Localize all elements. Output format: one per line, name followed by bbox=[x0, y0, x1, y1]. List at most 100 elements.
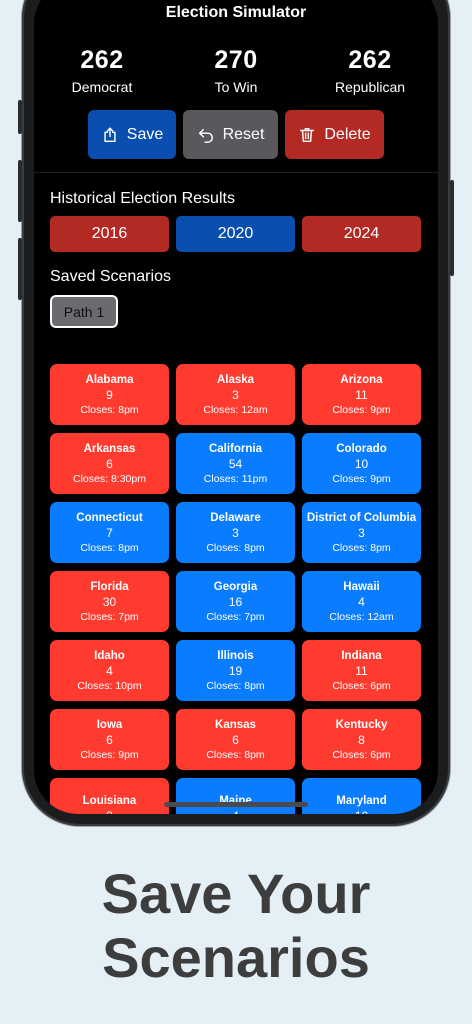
electoral-votes: 3 bbox=[358, 525, 365, 540]
republican-label: Republican bbox=[334, 79, 406, 95]
save-button[interactable]: Save bbox=[88, 110, 176, 159]
state-name: Arkansas bbox=[83, 442, 136, 455]
state-tile[interactable]: Alabama 9 Closes: 8pm bbox=[50, 364, 169, 425]
year-2024-button[interactable]: 2024 bbox=[302, 216, 421, 252]
poll-closing-time: Closes: 6pm bbox=[332, 679, 391, 692]
poll-closing-time: Closes: 12am bbox=[329, 610, 394, 623]
state-name: Georgia bbox=[213, 580, 258, 593]
poll-closing-time: Closes: 9pm bbox=[332, 403, 391, 416]
state-tile[interactable]: Idaho 4 Closes: 10pm bbox=[50, 640, 169, 701]
power-button bbox=[450, 180, 454, 276]
historical-year-buttons: 2016 2020 2024 bbox=[50, 216, 421, 252]
state-tile[interactable]: Delaware 3 Closes: 8pm bbox=[176, 502, 295, 563]
state-tile[interactable]: California 54 Closes: 11pm bbox=[176, 433, 295, 494]
electoral-votes: 9 bbox=[106, 387, 113, 402]
state-name: Hawaii bbox=[343, 580, 380, 593]
poll-closing-time: Closes: 12am bbox=[203, 403, 268, 416]
mute-switch bbox=[18, 100, 22, 134]
state-name: Alabama bbox=[85, 373, 134, 386]
electoral-votes: 11 bbox=[355, 387, 368, 402]
to-win-label: To Win bbox=[214, 79, 258, 95]
trash-icon bbox=[300, 127, 315, 142]
state-tile[interactable]: Arizona 11 Closes: 9pm bbox=[302, 364, 421, 425]
electoral-votes: 30 bbox=[102, 594, 117, 609]
democrat-stat: 262 Democrat bbox=[34, 46, 170, 95]
state-tile[interactable]: Maryland 10 bbox=[302, 778, 421, 814]
volume-up-button bbox=[18, 160, 22, 222]
year-2020-button[interactable]: 2020 bbox=[176, 216, 295, 252]
electoral-votes: 8 bbox=[358, 732, 365, 747]
app-screen: Election Simulator 262 Democrat 270 To W… bbox=[34, 0, 438, 814]
electoral-votes: 8 bbox=[50, 809, 169, 815]
share-icon bbox=[104, 127, 116, 142]
state-tile[interactable]: Arkansas 6 Closes: 8:30pm bbox=[50, 433, 169, 494]
state-grid: Alabama 9 Closes: 8pm Alaska 3 Closes: 12am Ar… bbox=[50, 364, 422, 814]
state-tile[interactable]: Louisiana 8 bbox=[50, 778, 169, 814]
state-name: Illinois bbox=[217, 649, 254, 662]
state-tile[interactable]: Alaska 3 Closes: 12am bbox=[176, 364, 295, 425]
state-name: Florida bbox=[90, 580, 129, 593]
state-tile[interactable]: Illinois 19 Closes: 8pm bbox=[176, 640, 295, 701]
app-title: Election Simulator bbox=[165, 4, 307, 21]
state-name: Idaho bbox=[94, 649, 125, 662]
scenario-chip-path-1[interactable]: Path 1 bbox=[50, 295, 118, 328]
headline-line-1: Save Your bbox=[101, 862, 371, 925]
state-tile[interactable]: Florida 30 Closes: 7pm bbox=[50, 571, 169, 632]
state-tile[interactable]: Kentucky 8 Closes: 6pm bbox=[302, 709, 421, 770]
poll-closing-time: Closes: 8pm bbox=[206, 748, 265, 761]
headline-line-2: Scenarios bbox=[102, 926, 370, 989]
state-name: Alaska bbox=[216, 373, 255, 386]
democrat-label: Democrat bbox=[71, 79, 133, 95]
electoral-votes: 3 bbox=[232, 525, 239, 540]
republican-stat: 262 Republican bbox=[302, 46, 438, 95]
electoral-votes: 16 bbox=[228, 594, 243, 609]
electoral-stats: 262 Democrat 270 To Win 262 Republican bbox=[34, 46, 438, 95]
state-name: District of Columbia bbox=[306, 511, 417, 524]
state-name: Maryland bbox=[336, 794, 387, 807]
state-tile[interactable]: Colorado 10 Closes: 9pm bbox=[302, 433, 421, 494]
poll-closing-time: Closes: 8pm bbox=[80, 403, 139, 416]
save-label: Save bbox=[126, 125, 164, 143]
electoral-votes: 6 bbox=[106, 456, 113, 471]
year-2016-button[interactable]: 2016 bbox=[50, 216, 169, 252]
electoral-votes: 4 bbox=[358, 594, 365, 609]
electoral-votes: 4 bbox=[106, 663, 113, 678]
poll-closing-time: Closes: 8:30pm bbox=[73, 472, 146, 485]
delete-label: Delete bbox=[324, 125, 371, 143]
saved-scenarios-title: Saved Scenarios bbox=[50, 268, 171, 285]
action-bar: Save Reset Delete bbox=[88, 110, 384, 159]
state-name: California bbox=[208, 442, 263, 455]
electoral-votes: 54 bbox=[228, 456, 243, 471]
electoral-votes: 3 bbox=[232, 387, 239, 402]
electoral-votes: 6 bbox=[106, 732, 113, 747]
poll-closing-time: Closes: 7pm bbox=[206, 610, 265, 623]
poll-closing-time: Closes: 8pm bbox=[80, 541, 139, 554]
poll-closing-time: Closes: 8pm bbox=[332, 541, 391, 554]
divider bbox=[34, 172, 438, 173]
state-tile[interactable]: Iowa 6 Closes: 9pm bbox=[50, 709, 169, 770]
reset-label: Reset bbox=[222, 125, 265, 143]
reset-button[interactable]: Reset bbox=[183, 110, 278, 159]
state-tile[interactable]: Indiana 11 Closes: 6pm bbox=[302, 640, 421, 701]
undo-arrow-icon bbox=[198, 128, 213, 143]
electoral-votes: 19 bbox=[228, 663, 243, 678]
state-tile[interactable]: Connecticut 7 Closes: 8pm bbox=[50, 502, 169, 563]
state-name: Colorado bbox=[336, 442, 387, 455]
electoral-votes: 7 bbox=[106, 525, 113, 540]
state-tile[interactable]: Georgia 16 Closes: 7pm bbox=[176, 571, 295, 632]
home-indicator[interactable] bbox=[164, 802, 308, 807]
state-tile[interactable]: Kansas 6 Closes: 8pm bbox=[176, 709, 295, 770]
poll-closing-time: Closes: 6pm bbox=[332, 748, 391, 761]
state-name: Arizona bbox=[340, 373, 383, 386]
state-tile[interactable]: Hawaii 4 Closes: 12am bbox=[302, 571, 421, 632]
historical-section-title: Historical Election Results bbox=[50, 190, 235, 207]
poll-closing-time: Closes: 8pm bbox=[206, 679, 265, 692]
state-name: Kentucky bbox=[335, 718, 388, 731]
democrat-votes: 262 bbox=[80, 46, 124, 74]
delete-button[interactable]: Delete bbox=[285, 110, 384, 159]
electoral-votes: 11 bbox=[355, 663, 368, 678]
electoral-votes: 6 bbox=[232, 732, 239, 747]
state-tile[interactable]: District of Columbia 3 Closes: 8pm bbox=[302, 502, 421, 563]
poll-closing-time: Closes: 7pm bbox=[80, 610, 139, 623]
state-tile[interactable]: Maine4 bbox=[176, 778, 295, 814]
